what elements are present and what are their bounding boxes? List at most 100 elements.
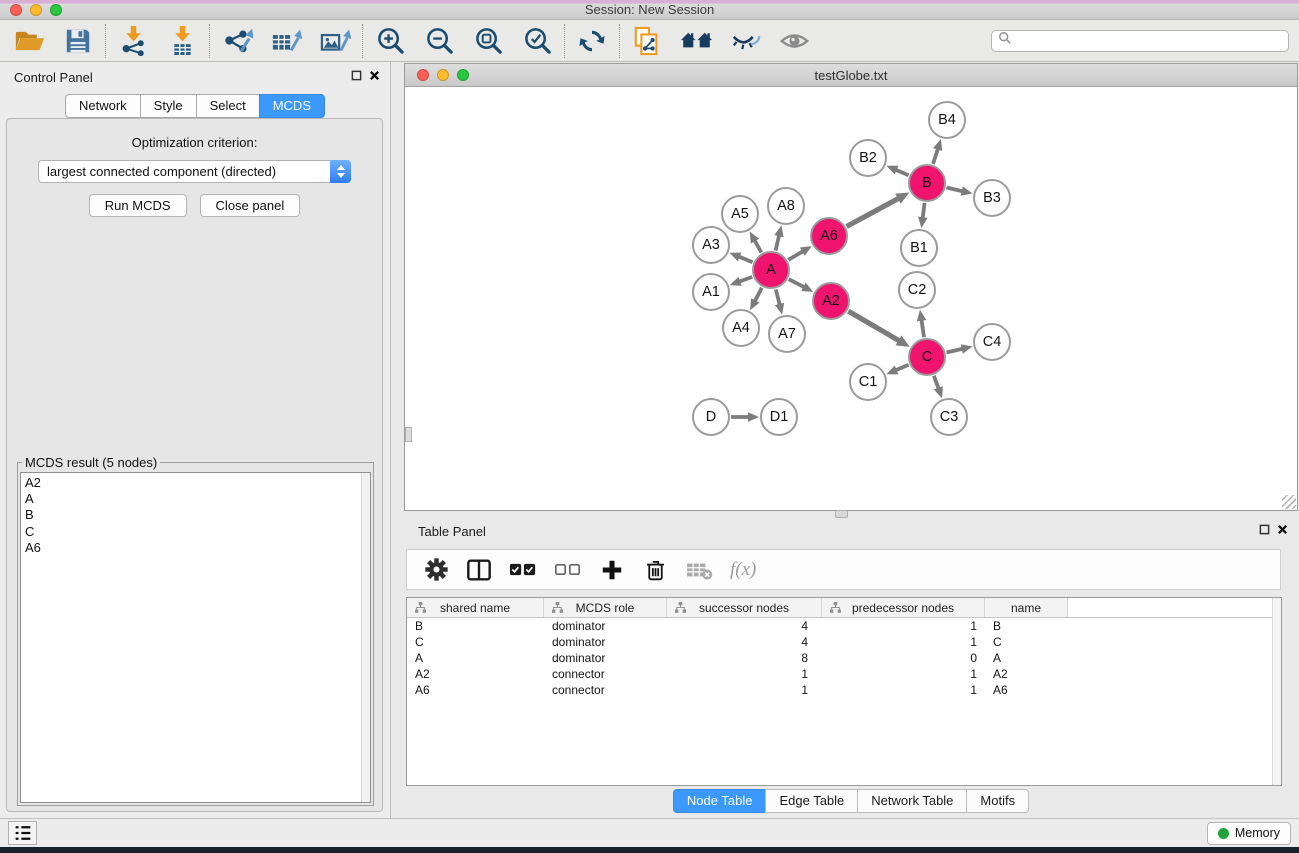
graph-node-A7[interactable]: A7 <box>768 315 806 353</box>
column-header-MCDS-role[interactable]: MCDS role <box>544 598 667 617</box>
export-table-icon[interactable] <box>269 24 303 58</box>
graph-node-B2[interactable]: B2 <box>849 139 887 177</box>
graph-node-B1[interactable]: B1 <box>900 229 938 267</box>
gear-icon[interactable] <box>423 556 449 584</box>
memory-button[interactable]: Memory <box>1207 822 1291 845</box>
graph-node-B[interactable]: B <box>908 164 946 202</box>
select-all-icon[interactable] <box>509 556 537 584</box>
main-titlebar: Session: New Session <box>0 0 1299 20</box>
graph-node-C[interactable]: C <box>908 338 946 376</box>
graph-node-B4[interactable]: B4 <box>928 101 966 139</box>
graph-node-A1[interactable]: A1 <box>692 273 730 311</box>
graph-node-A8[interactable]: A8 <box>767 187 805 225</box>
graph-node-D1[interactable]: D1 <box>760 398 798 436</box>
table-row[interactable]: A2connector11A2 <box>407 666 1281 682</box>
zoom-out-icon[interactable] <box>422 24 456 58</box>
criterion-dropdown[interactable]: largest connected component (directed) <box>38 160 351 183</box>
delete-icon[interactable] <box>642 556 668 584</box>
result-scrollbar[interactable] <box>361 473 370 802</box>
graph-node-A6[interactable]: A6 <box>810 217 848 255</box>
tree-icon <box>552 602 563 616</box>
tab-mcds[interactable]: MCDS <box>259 94 325 118</box>
graph-node-C2[interactable]: C2 <box>898 271 936 309</box>
zoom-fit-icon[interactable] <box>471 24 505 58</box>
tab-motifs[interactable]: Motifs <box>966 789 1029 813</box>
table-cell: dominator <box>544 651 667 665</box>
network-canvas[interactable]: A A1 A2 A3 A4 A5 A6 A7 A8 B B1 B2 B3 B4 C C1 C2 C3C4 D D1 <box>405 87 1297 510</box>
tab-node-table[interactable]: Node Table <box>673 789 767 813</box>
graph-node-A3[interactable]: A3 <box>692 226 730 264</box>
column-header-shared-name[interactable]: shared name <box>407 598 544 617</box>
table-cell: 4 <box>667 619 822 633</box>
column-header-label: successor nodes <box>699 601 789 615</box>
tab-edge-table[interactable]: Edge Table <box>765 789 858 813</box>
close-panel-button[interactable]: Close panel <box>200 194 301 217</box>
export-network-icon[interactable] <box>220 24 254 58</box>
float-table-panel-icon[interactable] <box>1259 522 1270 540</box>
table-cell: 0 <box>822 651 985 665</box>
refresh-icon[interactable] <box>575 24 609 58</box>
task-list-button[interactable] <box>8 821 37 845</box>
graph-node-C4[interactable]: C4 <box>973 323 1011 361</box>
add-icon[interactable] <box>599 556 625 584</box>
table-scrollbar[interactable] <box>1272 598 1281 785</box>
split-table-icon[interactable] <box>466 556 492 584</box>
graph-node-A4[interactable]: A4 <box>722 309 760 347</box>
tab-network-table[interactable]: Network Table <box>857 789 967 813</box>
search-input[interactable] <box>1016 34 1282 48</box>
result-item[interactable]: A6 <box>25 540 370 556</box>
result-item[interactable]: B <box>25 507 370 523</box>
network-window-titlebar[interactable]: testGlobe.txt <box>405 64 1297 87</box>
mcds-result-box: MCDS result (5 nodes) A2ABCA6 <box>17 455 374 806</box>
delete-table-icon[interactable] <box>685 556 713 584</box>
graph-node-A[interactable]: A <box>752 251 790 289</box>
table-row[interactable]: A6connector11A6 <box>407 682 1281 698</box>
open-icon[interactable] <box>12 24 46 58</box>
zoom-in-icon[interactable] <box>373 24 407 58</box>
pane-divider-grip[interactable] <box>835 510 848 518</box>
graph-node-C1[interactable]: C1 <box>849 363 887 401</box>
zoom-selected-icon[interactable] <box>520 24 554 58</box>
table-row[interactable]: Adominator80A <box>407 650 1281 666</box>
hide-eye-icon[interactable] <box>728 24 762 58</box>
show-eye-icon[interactable] <box>777 24 811 58</box>
column-header-predecessor-nodes[interactable]: predecessor nodes <box>822 598 985 617</box>
tab-style[interactable]: Style <box>140 94 197 118</box>
float-panel-icon[interactable] <box>351 68 362 86</box>
canvas-scroll-grip[interactable] <box>405 427 412 442</box>
import-network-icon[interactable] <box>116 24 150 58</box>
tab-network[interactable]: Network <box>65 94 141 118</box>
graph-node-C3[interactable]: C3 <box>930 398 968 436</box>
table-cell: A6 <box>407 683 544 697</box>
toolbar-separator <box>362 24 363 58</box>
workspace-region: testGlobe.txt A A1 A2 A3 A4 A5 A6 A7 A8 B B1 B2 B3 B4… <box>391 62 1299 818</box>
graph-node-A2[interactable]: A2 <box>812 282 850 320</box>
homes-icon[interactable] <box>679 24 713 58</box>
save-icon[interactable] <box>61 24 95 58</box>
mcds-tab-content: Optimization criterion: largest connecte… <box>6 118 383 812</box>
column-header-successor-nodes[interactable]: successor nodes <box>667 598 822 617</box>
copy-network-icon[interactable] <box>630 24 664 58</box>
graph-node-B3[interactable]: B3 <box>973 179 1011 217</box>
close-panel-icon[interactable] <box>369 68 380 86</box>
table-toolbar: f(x) <box>406 549 1281 590</box>
graph-node-A5[interactable]: A5 <box>721 195 759 233</box>
import-table-icon[interactable] <box>165 24 199 58</box>
close-table-panel-icon[interactable] <box>1277 522 1288 540</box>
network-resize-grip[interactable] <box>1282 495 1296 509</box>
result-item[interactable]: A <box>25 491 370 507</box>
function-builder-icon[interactable]: f(x) <box>730 556 756 584</box>
table-row[interactable]: Bdominator41B <box>407 618 1281 634</box>
search-box[interactable] <box>991 30 1289 52</box>
graph-node-D[interactable]: D <box>692 398 730 436</box>
result-item[interactable]: A2 <box>25 475 370 491</box>
run-mcds-button[interactable]: Run MCDS <box>89 194 187 217</box>
column-header-label: MCDS role <box>576 601 635 615</box>
table-row[interactable]: Cdominator41C <box>407 634 1281 650</box>
column-header-name[interactable]: name <box>985 598 1068 617</box>
tab-select[interactable]: Select <box>196 94 260 118</box>
export-image-icon[interactable] <box>318 24 352 58</box>
result-item[interactable]: C <box>25 524 370 540</box>
table-cell: C <box>407 635 544 649</box>
deselect-all-icon[interactable] <box>554 556 582 584</box>
